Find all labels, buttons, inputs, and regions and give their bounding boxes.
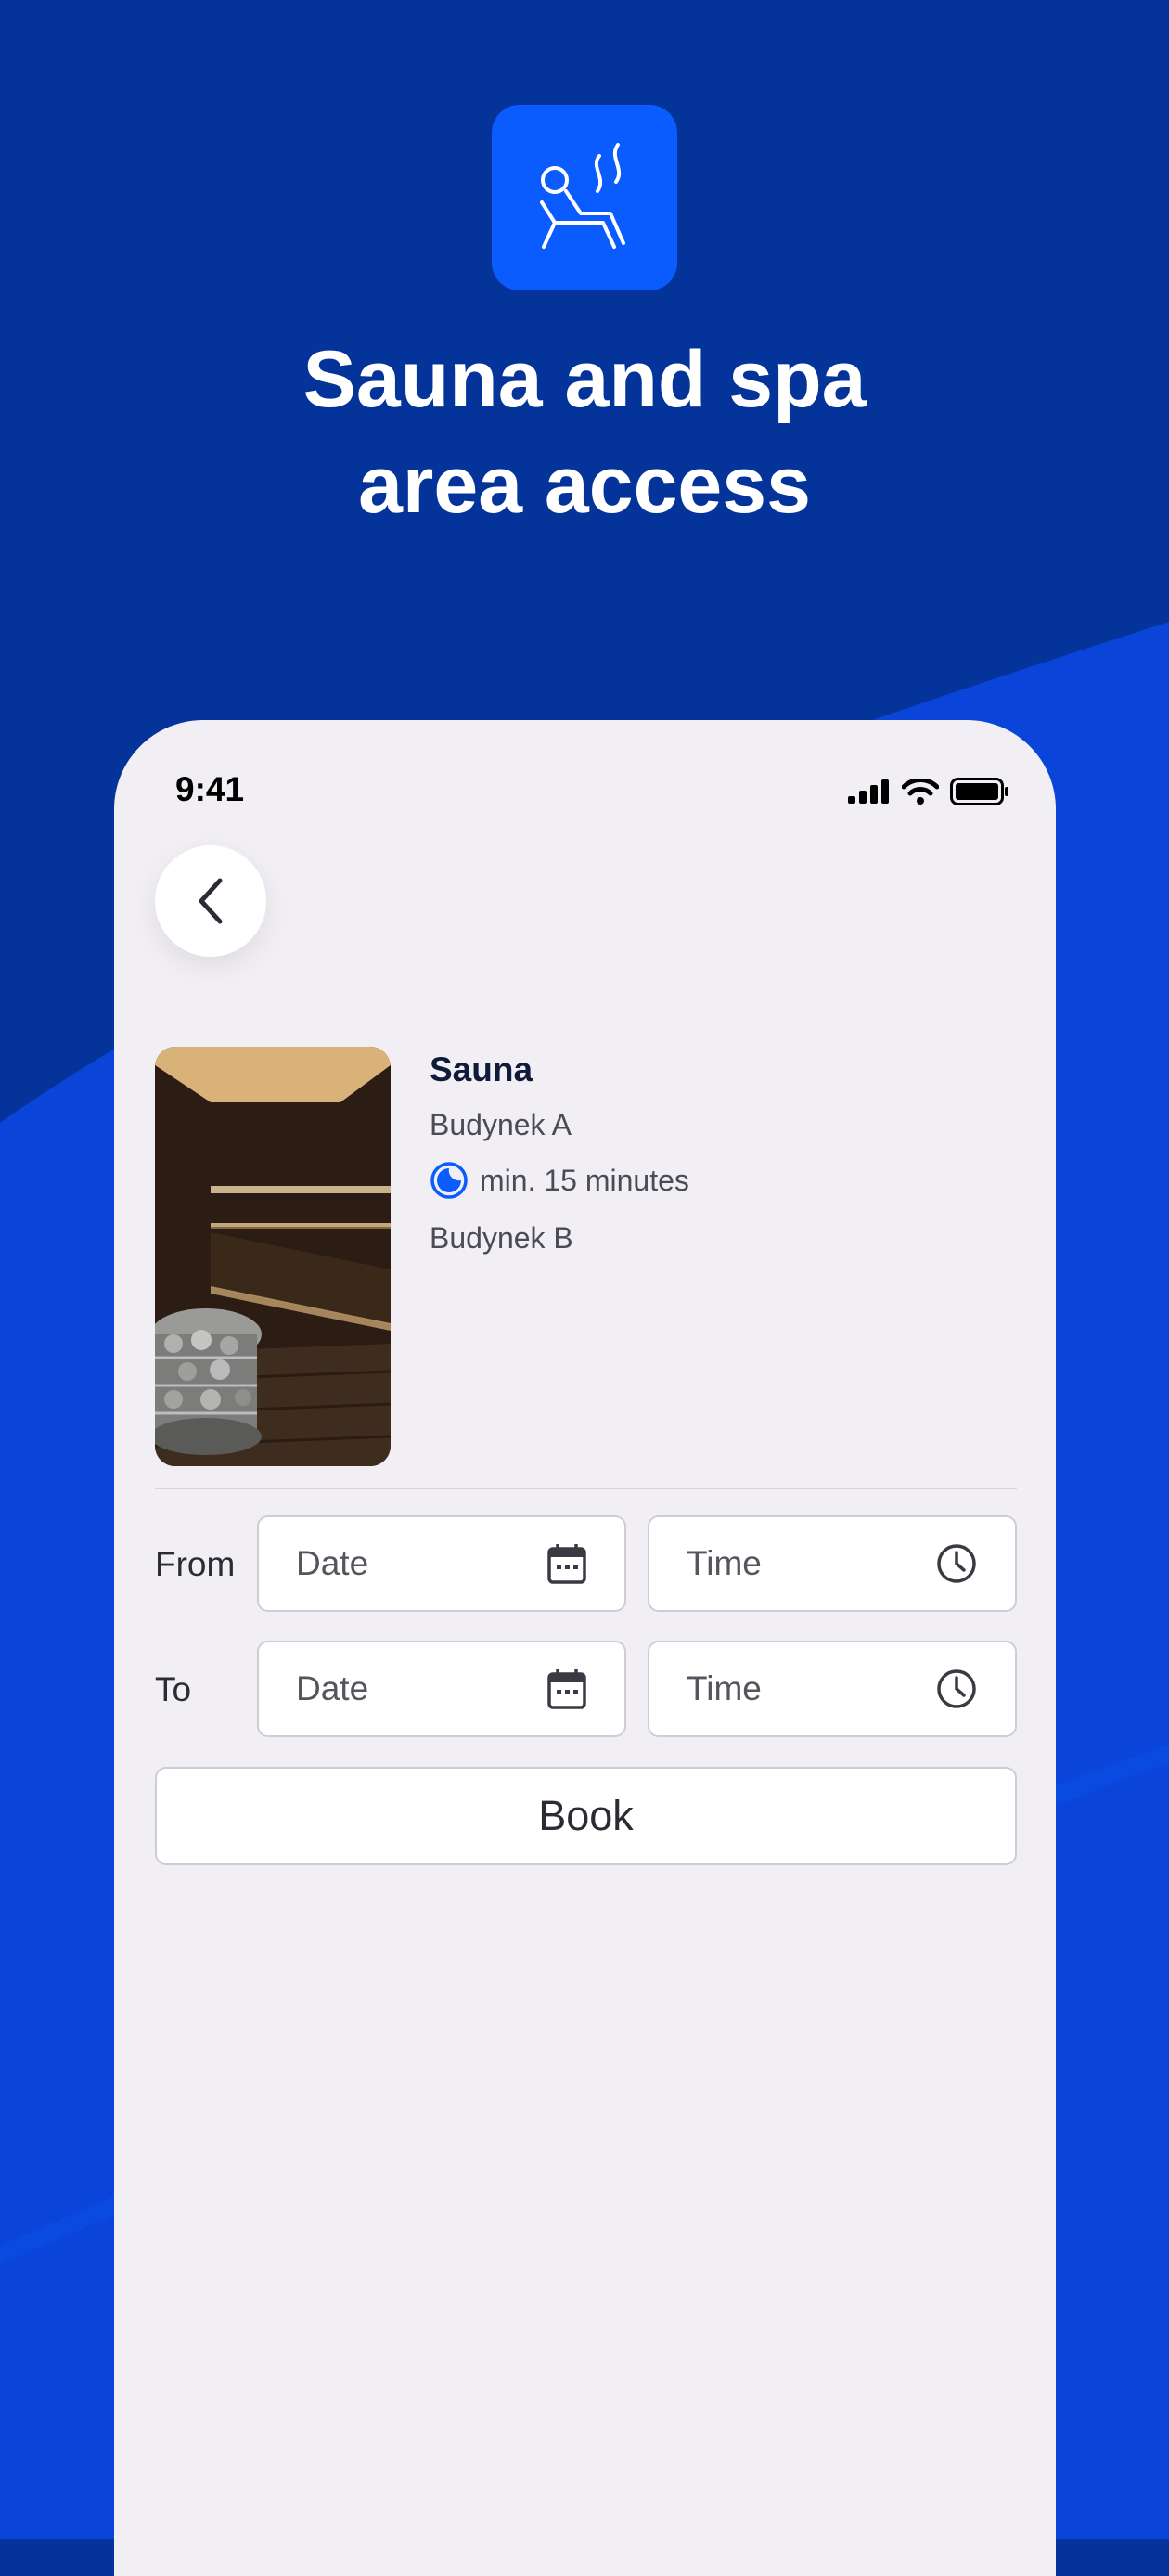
book-button[interactable]: Book xyxy=(155,1767,1017,1865)
duration-text: min. 15 minutes xyxy=(480,1163,689,1197)
battery-icon xyxy=(950,778,1008,805)
status-icons xyxy=(848,778,1009,805)
duration-row: min. 15 minutes xyxy=(430,1161,689,1200)
facility-location-1: Budynek A xyxy=(430,1108,572,1141)
lounger-steam-icon xyxy=(492,105,677,290)
phone-screen: 9:41 Sauna Budynek A min. 15 minutes Bud… xyxy=(114,720,1056,2576)
hero-title-line-1: Sauna and spa xyxy=(302,335,867,424)
to-date-placeholder: Date xyxy=(296,1669,369,1707)
from-date-field[interactable]: Date xyxy=(257,1515,626,1612)
status-time: 9:41 xyxy=(175,770,245,808)
divider xyxy=(155,1488,1017,1489)
clock-icon xyxy=(937,1544,976,1583)
clock-icon xyxy=(937,1669,976,1708)
hero-title: Sauna and spa area access xyxy=(0,327,1169,538)
to-time-placeholder: Time xyxy=(687,1669,762,1707)
facility-name: Sauna xyxy=(430,1050,533,1088)
calendar-icon xyxy=(547,1669,586,1709)
chevron-left-icon xyxy=(199,878,223,924)
clock-moon-icon xyxy=(430,1162,468,1199)
back-button[interactable] xyxy=(155,845,266,957)
facility-location-2: Budynek B xyxy=(430,1221,573,1255)
from-date-placeholder: Date xyxy=(296,1544,369,1582)
sauna-interior-photo xyxy=(155,1047,391,1466)
hero-title-line-2: area access xyxy=(358,441,811,530)
from-time-placeholder: Time xyxy=(687,1544,762,1582)
from-time-field[interactable]: Time xyxy=(648,1515,1017,1612)
calendar-icon xyxy=(547,1544,586,1584)
to-time-field[interactable]: Time xyxy=(648,1641,1017,1737)
signal-icon xyxy=(848,779,889,804)
from-label: From xyxy=(155,1545,236,1583)
to-label: To xyxy=(155,1670,192,1708)
wifi-icon xyxy=(902,779,939,805)
to-date-field[interactable]: Date xyxy=(257,1641,626,1737)
